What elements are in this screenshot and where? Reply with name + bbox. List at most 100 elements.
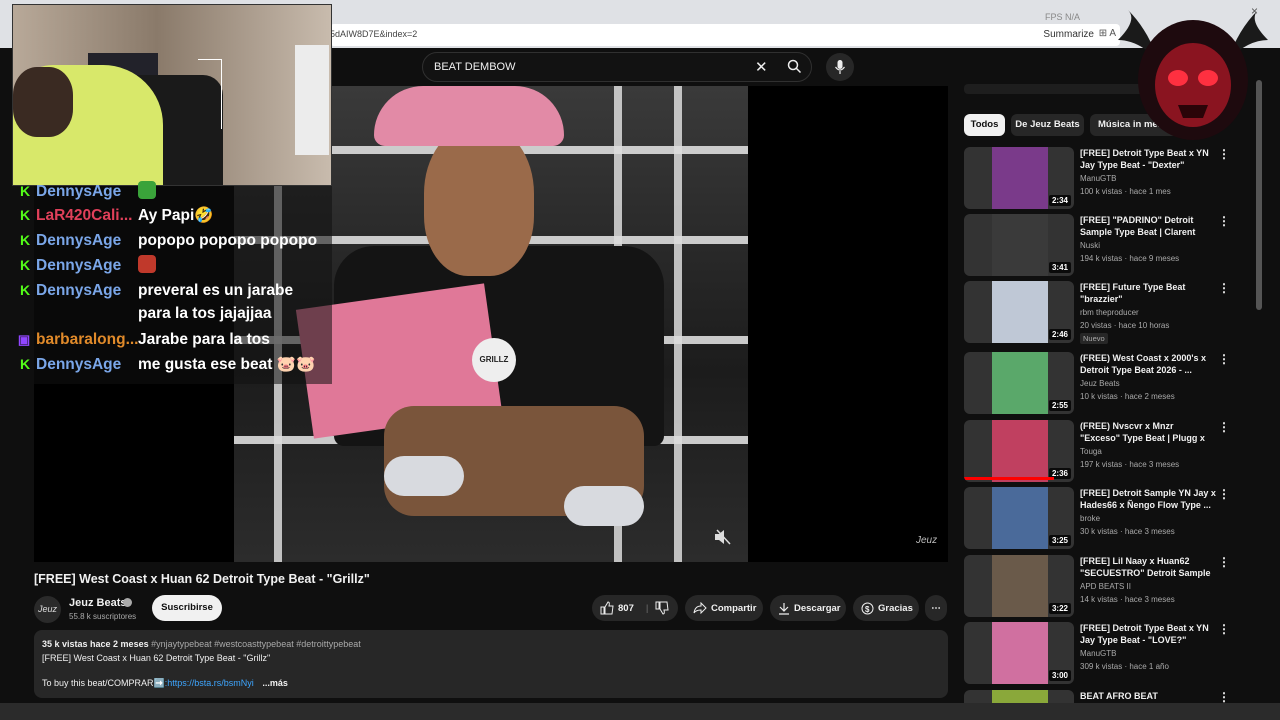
thanks-label[interactable]: Gracias bbox=[878, 603, 913, 614]
recommendation-thumbnail[interactable]: 3:00 bbox=[964, 622, 1074, 684]
like-dislike-group[interactable]: 807 | bbox=[592, 595, 678, 621]
subscribe-button[interactable]: Suscribirse bbox=[152, 595, 222, 621]
recommendation-channel[interactable]: Nuski bbox=[1080, 241, 1100, 250]
more-options-icon[interactable]: ⋮ bbox=[1218, 690, 1230, 704]
chat-username: DennysAge bbox=[36, 356, 122, 373]
chat-username: DennysAge bbox=[36, 232, 122, 249]
recommendation-item[interactable]: 3:41 [FREE] "PADRINO" Detroit Sample Type… bbox=[964, 214, 1234, 278]
stream-chat-overlay: K DennysAge K LaR420Cali... Ay Papi🤣 K D… bbox=[12, 181, 332, 384]
demon-skull-overlay bbox=[1118, 10, 1268, 140]
recommendation-views: 14 k vistas · hace 3 meses bbox=[1080, 595, 1175, 604]
chip-from-channel[interactable]: De Jeuz Beats bbox=[1011, 114, 1084, 136]
share-label[interactable]: Compartir bbox=[711, 603, 756, 614]
summarize-button[interactable]: Summarize bbox=[1043, 29, 1094, 40]
recommendation-item[interactable]: 3:22 [FREE] Lil Naay x Huan62 "SECUESTRO"… bbox=[964, 555, 1234, 619]
recommendation-item[interactable]: 3:25 [FREE] Detroit Sample YN Jay x Hades… bbox=[964, 487, 1234, 551]
more-options-icon[interactable]: ⋮ bbox=[1218, 420, 1230, 434]
kick-icon: K bbox=[19, 282, 31, 298]
recommendation-title[interactable]: [FREE] Detroit Type Beat x YN Jay Type B… bbox=[1080, 147, 1216, 171]
channel-watermark[interactable]: Jeuz bbox=[916, 535, 937, 546]
recommendation-item[interactable]: 2:36 (FREE) Nvscvr x Mnzr "Exceso" Type B… bbox=[964, 420, 1234, 484]
recommendation-thumbnail[interactable]: 3:22 bbox=[964, 555, 1074, 617]
recommendation-item[interactable]: 3:00 [FREE] Detroit Type Beat x YN Jay Ty… bbox=[964, 622, 1234, 686]
chat-message: K DennysAge bbox=[12, 254, 332, 277]
search-icon[interactable] bbox=[787, 59, 802, 79]
recommendation-title[interactable]: [FREE] Detroit Sample YN Jay x Hades66 x… bbox=[1080, 487, 1216, 511]
recommendation-thumbnail[interactable]: 2:34 bbox=[964, 147, 1074, 209]
chat-message: ▣ barbaralong... Jarabe para la tos bbox=[12, 328, 332, 351]
thanks-icon: $ bbox=[861, 602, 874, 614]
download-button[interactable]: Descargar bbox=[770, 595, 846, 621]
recommendation-views: 30 k vistas · hace 3 meses bbox=[1080, 527, 1175, 536]
more-options-icon[interactable]: ⋮ bbox=[1218, 281, 1230, 295]
voice-search-mic-icon[interactable] bbox=[826, 53, 854, 81]
download-label[interactable]: Descargar bbox=[794, 603, 840, 614]
recommendation-title[interactable]: [FREE] "PADRINO" Detroit Sample Type Bea… bbox=[1080, 214, 1216, 238]
recommendation-views: 20 vistas · hace 10 horas bbox=[1080, 321, 1170, 330]
chat-message: K DennysAge bbox=[12, 180, 332, 203]
chat-message: K DennysAge popopo popopo popopo bbox=[12, 229, 332, 252]
recommendation-channel[interactable]: rbm theproducer bbox=[1080, 308, 1139, 317]
subscriber-count: 55.8 k suscriptores bbox=[69, 612, 137, 621]
muted-volume-icon[interactable] bbox=[714, 529, 732, 550]
more-options-icon[interactable]: ⋮ bbox=[1218, 555, 1230, 569]
recommendation-thumbnail[interactable]: 2:36 bbox=[964, 420, 1074, 482]
more-options-icon[interactable]: ⋮ bbox=[1218, 487, 1230, 501]
duration-badge: 3:41 bbox=[1048, 262, 1071, 273]
recommendation-title[interactable]: [FREE] Lil Naay x Huan62 "SECUESTRO" Det… bbox=[1080, 555, 1216, 579]
recommendation-thumbnail[interactable]: 3:41 bbox=[964, 214, 1074, 276]
share-button[interactable]: Compartir bbox=[685, 595, 763, 621]
more-options-icon[interactable]: ⋮ bbox=[1218, 214, 1230, 228]
recommendation-channel[interactable]: ManuGTB bbox=[1080, 649, 1116, 658]
svg-text:$: $ bbox=[865, 605, 870, 614]
recommendation-title[interactable]: (FREE) West Coast x 2000's x Detroit Typ… bbox=[1080, 352, 1216, 376]
buy-link[interactable]: :https://bsta.rs/bsmNyi bbox=[165, 678, 254, 688]
show-more-link[interactable]: ...más bbox=[262, 678, 288, 688]
more-actions-icon[interactable]: ⋯ bbox=[925, 595, 947, 621]
kick-icon: K bbox=[19, 257, 31, 273]
verified-icon bbox=[123, 598, 132, 607]
thumbnail-logo: GRILLZ bbox=[472, 338, 516, 382]
new-badge: Nuevo bbox=[1080, 333, 1108, 344]
recommendation-channel[interactable]: Touga bbox=[1080, 447, 1102, 456]
kick-icon: K bbox=[19, 232, 31, 248]
chat-username: DennysAge bbox=[36, 183, 122, 200]
recommendation-item[interactable]: 2:55 (FREE) West Coast x 2000's x Detroit… bbox=[964, 352, 1234, 416]
recommendation-title[interactable]: [FREE] Detroit Type Beat x YN Jay Type B… bbox=[1080, 622, 1216, 646]
more-options-icon[interactable]: ⋮ bbox=[1218, 352, 1230, 366]
recommendation-channel[interactable]: ManuGTB bbox=[1080, 174, 1116, 183]
kick-icon: K bbox=[19, 183, 31, 199]
chat-text: me gusta ese beat 🐷🐷 bbox=[138, 356, 316, 373]
chat-username: LaR420Cali... bbox=[36, 207, 133, 224]
recommendation-views: 309 k vistas · hace 1 año bbox=[1080, 662, 1169, 671]
webcam-overlay bbox=[12, 4, 332, 186]
recommendation-thumbnail[interactable]: 2:46 bbox=[964, 281, 1074, 343]
twitch-icon: ▣ bbox=[17, 332, 31, 347]
url-text[interactable]: 5dAIW8D7E&index=2 bbox=[330, 29, 417, 39]
screen: FPS N/A × 5dAIW8D7E&index=2 Summarize ⊞ … bbox=[0, 0, 1280, 720]
recommendation-title[interactable]: [FREE] Future Type Beat "brazzier" bbox=[1080, 281, 1216, 305]
thanks-button[interactable]: $ Gracias bbox=[853, 595, 919, 621]
recommendation-item[interactable]: 2:34 [FREE] Detroit Type Beat x YN Jay Ty… bbox=[964, 147, 1234, 211]
more-options-icon[interactable]: ⋮ bbox=[1218, 622, 1230, 636]
like-count[interactable]: 807 bbox=[618, 603, 634, 614]
search-box[interactable]: BEAT DEMBOW ✕ bbox=[422, 52, 812, 82]
clear-search-icon[interactable]: ✕ bbox=[755, 58, 768, 76]
duration-badge: 3:25 bbox=[1048, 535, 1071, 546]
recommendation-title[interactable]: (FREE) Nvscvr x Mnzr "Exceso" Type Beat … bbox=[1080, 420, 1216, 444]
address-bar[interactable]: 5dAIW8D7E&index=2 Summarize ⊞ A bbox=[330, 24, 1120, 46]
recommendation-channel[interactable]: APD BEATS II bbox=[1080, 582, 1131, 591]
search-input[interactable]: BEAT DEMBOW bbox=[434, 61, 516, 73]
recommendation-thumbnail[interactable]: 3:25 bbox=[964, 487, 1074, 549]
chat-message: K DennysAge preveral es un jarabe para l… bbox=[12, 279, 332, 322]
channel-avatar[interactable]: Jeuz bbox=[34, 596, 61, 623]
chat-text: Ay Papi🤣 bbox=[138, 207, 214, 224]
hashtags[interactable]: #ynjaytypebeat #westcoasttypebeat #detro… bbox=[151, 639, 361, 649]
channel-name[interactable]: Jeuz Beats bbox=[69, 597, 126, 609]
recommendation-channel[interactable]: Jeuz Beats bbox=[1080, 379, 1120, 388]
recommendation-item[interactable]: 2:46 [FREE] Future Type Beat "brazzier" rb… bbox=[964, 281, 1234, 345]
recommendation-channel[interactable]: broke bbox=[1080, 514, 1100, 523]
chip-all[interactable]: Todos bbox=[964, 114, 1005, 136]
description-box[interactable]: 35 k vistas hace 2 meses #ynjaytypebeat … bbox=[34, 630, 948, 698]
recommendation-thumbnail[interactable]: 2:55 bbox=[964, 352, 1074, 414]
